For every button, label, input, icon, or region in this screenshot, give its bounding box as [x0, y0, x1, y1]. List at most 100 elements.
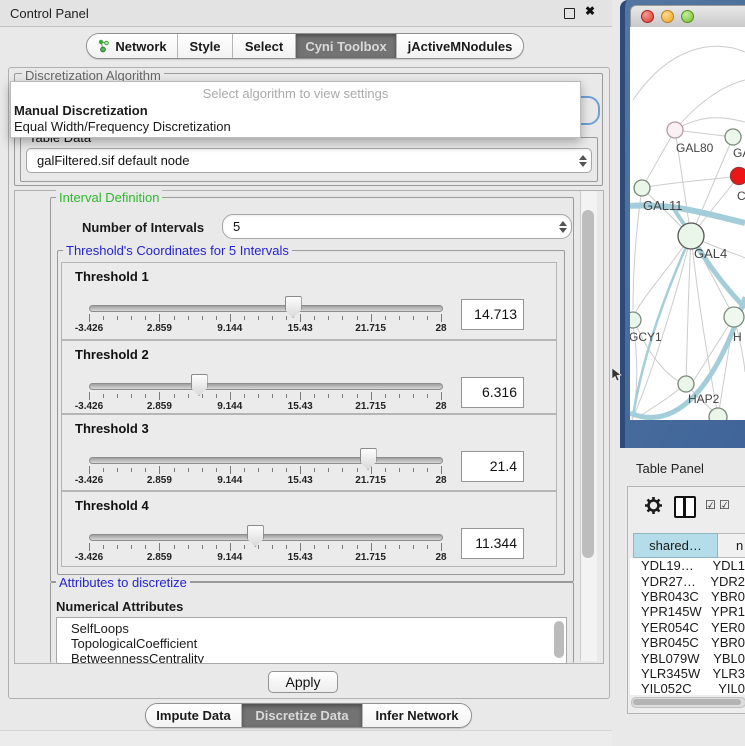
- split-columns-icon[interactable]: [674, 496, 696, 518]
- list-scrollbar-thumb[interactable]: [554, 621, 564, 658]
- network-canvas[interactable]: GAL80GACGAL11GAL4GCY1HHAP2: [630, 27, 745, 420]
- minimize-traffic-light-icon[interactable]: [661, 10, 674, 23]
- tab-jactivemnodules[interactable]: jActiveMNodules: [397, 34, 523, 58]
- algorithm-dropdown-hint: Select algorithm to view settings: [11, 86, 580, 101]
- threshold-label: Threshold 3: [75, 421, 149, 436]
- table-row[interactable]: YBR043CYBR0: [630, 589, 745, 604]
- threshold-slider-track[interactable]: [89, 534, 443, 541]
- threshold-slider-track[interactable]: [89, 305, 443, 312]
- scale-label: 28: [417, 475, 465, 486]
- table-data-combobox[interactable]: galFiltered.sif default node: [26, 148, 592, 173]
- tab-impute-data[interactable]: Impute Data: [146, 704, 242, 727]
- threshold-slider-track[interactable]: [89, 383, 443, 390]
- threshold-slider-thumb[interactable]: [191, 374, 208, 396]
- minor-tick: [244, 316, 245, 320]
- horizontal-scrollbar-thumb[interactable]: [633, 699, 741, 705]
- apply-button[interactable]: Apply: [268, 671, 338, 693]
- stepper-arrows-icon: [555, 221, 571, 233]
- table-row[interactable]: YDL19…YDL1: [630, 558, 745, 573]
- minor-tick: [286, 468, 287, 472]
- attribute-list-item[interactable]: BetweennessCentrality: [57, 651, 566, 664]
- threshold-slider-track[interactable]: [89, 457, 443, 464]
- tab-cyni-toolbox[interactable]: Cyni Toolbox: [296, 34, 397, 58]
- threshold-value-field[interactable]: 11.344: [461, 528, 524, 559]
- cell-name: YLR3: [705, 666, 745, 681]
- network-node-bottom-node[interactable]: [709, 408, 727, 420]
- table-row[interactable]: YBL079WYBL0: [630, 650, 745, 665]
- minor-tick: [328, 316, 329, 320]
- threshold-value-field[interactable]: 14.713: [461, 299, 524, 330]
- network-node-red-node[interactable]: [731, 168, 745, 185]
- table-row[interactable]: YER054CYER0: [630, 620, 745, 635]
- horizontal-scrollbar[interactable]: [631, 697, 745, 708]
- close-icon[interactable]: ✖: [585, 4, 595, 18]
- threshold-slider-thumb[interactable]: [360, 448, 377, 470]
- attribute-list-item[interactable]: TopologicalCoefficient: [57, 636, 566, 651]
- tab-discretize-data[interactable]: Discretize Data: [242, 704, 363, 727]
- network-icon: [97, 39, 110, 53]
- column-header-shared[interactable]: shared…: [633, 533, 718, 558]
- algorithm-option-equal-width-frequency-discretization[interactable]: Equal Width/Frequency Discretization: [14, 119, 231, 134]
- minor-tick: [103, 545, 104, 549]
- cell-name: YER0: [704, 620, 745, 635]
- tab-label: Cyni Toolbox: [305, 39, 386, 54]
- threshold-slider-thumb[interactable]: [285, 296, 302, 318]
- network-node-gal-top[interactable]: [725, 129, 741, 145]
- minor-tick: [258, 394, 259, 398]
- algorithm-dropdown-popup: Select algorithm to view settings Manual…: [10, 81, 581, 138]
- gear-icon[interactable]: [644, 496, 663, 515]
- minor-tick: [244, 468, 245, 472]
- major-tick: [230, 392, 231, 400]
- threshold-slider-thumb[interactable]: [247, 525, 264, 547]
- maximize-traffic-light-icon[interactable]: [681, 10, 694, 23]
- table-row[interactable]: YLR345WYLR3: [630, 666, 745, 681]
- cell-shared-name: YBR043C: [630, 589, 704, 604]
- network-node-gcy1[interactable]: [630, 312, 641, 328]
- table-row[interactable]: YDR27…YDR2: [630, 573, 745, 588]
- network-node-label: GCY1: [630, 330, 662, 344]
- tab-style[interactable]: Style: [178, 34, 233, 58]
- tab-label: Select: [245, 39, 283, 54]
- vertical-scrollbar-thumb[interactable]: [582, 210, 594, 558]
- tab-infer-network[interactable]: Infer Network: [363, 704, 471, 727]
- minor-tick: [427, 545, 428, 549]
- checkbox-icon[interactable]: ☑: [705, 498, 716, 512]
- minor-tick: [103, 394, 104, 398]
- minor-tick: [117, 316, 118, 320]
- minor-tick: [357, 394, 358, 398]
- minor-tick: [103, 468, 104, 472]
- table-row[interactable]: YIL052CYIL0: [630, 681, 745, 695]
- table-row[interactable]: YBR045CYBR0: [630, 635, 745, 650]
- minor-tick: [342, 316, 343, 320]
- network-node-hap2[interactable]: [678, 376, 694, 392]
- column-header-name[interactable]: n: [718, 533, 745, 558]
- minor-tick: [314, 545, 315, 549]
- close-traffic-light-icon[interactable]: [641, 10, 654, 23]
- attributes-group-label: Attributes to discretize: [56, 575, 190, 590]
- algorithm-option-manual-discretization[interactable]: Manual Discretization: [14, 103, 148, 118]
- table-row[interactable]: YPR145WYPR1: [630, 604, 745, 619]
- float-window-icon[interactable]: [564, 8, 575, 19]
- checkbox-icon[interactable]: ☑: [719, 498, 730, 512]
- network-node-h-node[interactable]: [724, 307, 744, 327]
- network-node-gal80[interactable]: [667, 122, 683, 138]
- major-tick: [89, 466, 90, 474]
- minor-tick: [342, 468, 343, 472]
- major-tick: [441, 314, 442, 322]
- number-of-intervals-combobox[interactable]: 5: [222, 214, 572, 239]
- scale-label: 15.43: [276, 552, 324, 563]
- cell-shared-name: YDL19…: [630, 558, 705, 573]
- major-tick: [371, 543, 372, 551]
- tab-network[interactable]: Network: [87, 34, 178, 58]
- scale-label: 15.43: [276, 401, 324, 412]
- network-node-label: GAL80: [676, 141, 714, 155]
- network-node-gal11[interactable]: [634, 180, 650, 196]
- minor-tick: [188, 394, 189, 398]
- tab-select[interactable]: Select: [233, 34, 296, 58]
- attribute-list-item[interactable]: SelfLoops: [57, 621, 566, 636]
- minor-tick: [117, 394, 118, 398]
- threshold-value-field[interactable]: 6.316: [461, 377, 524, 408]
- threshold-value-field[interactable]: 21.4: [461, 451, 524, 482]
- major-tick: [230, 543, 231, 551]
- tab-label: jActiveMNodules: [408, 39, 513, 54]
